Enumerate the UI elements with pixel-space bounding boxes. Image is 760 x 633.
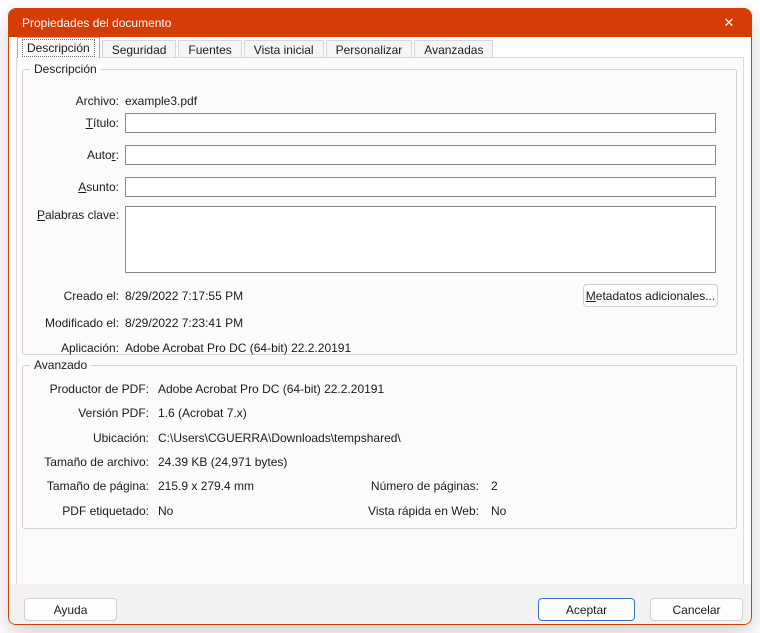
asunto-label: Asunto: xyxy=(23,180,119,195)
asunto-input[interactable] xyxy=(125,177,716,197)
row-label-2: Vista rápida en Web: xyxy=(303,504,479,519)
window-title: Propiedades del documento xyxy=(9,16,171,30)
palabras-clave-label: Palabras clave: xyxy=(23,208,119,223)
tab-descripcion[interactable]: Descripción xyxy=(17,37,100,58)
creado-label: Creado el: xyxy=(23,289,119,304)
description-group-title: Descripción xyxy=(30,62,101,77)
dialog-body: Descripción Seguridad Fuentes Vista inic… xyxy=(9,37,751,624)
close-icon: ✕ xyxy=(724,15,735,31)
advanced-row-tamano-archivo: Tamaño de archivo: 24.39 KB (24,971 byte… xyxy=(23,455,736,470)
tab-label: Fuentes xyxy=(188,43,231,57)
tab-label: Avanzadas xyxy=(424,43,483,57)
autor-label: Autor: xyxy=(23,148,119,163)
tab-label: Descripción xyxy=(27,41,90,55)
tab-bar: Descripción Seguridad Fuentes Vista inic… xyxy=(17,37,495,58)
advanced-group-title: Avanzado xyxy=(30,358,91,373)
row-value-2: 2 xyxy=(491,479,498,494)
tab-focus-ring: Descripción xyxy=(22,39,95,57)
advanced-row-version: Versión PDF: 1.6 (Acrobat 7.x) xyxy=(23,406,736,421)
palabras-clave-input[interactable] xyxy=(125,206,716,273)
tab-avanzadas[interactable]: Avanzadas xyxy=(414,40,493,57)
advanced-group: Avanzado Productor de PDF: Adobe Acrobat… xyxy=(22,365,737,529)
document-properties-dialog: Propiedades del documento ✕ Descripción … xyxy=(8,8,752,625)
modificado-value: 8/29/2022 7:23:41 PM xyxy=(125,316,243,331)
creado-value: 8/29/2022 7:17:55 PM xyxy=(125,289,243,304)
modificado-label: Modificado el: xyxy=(23,316,119,331)
tab-vista-inicial[interactable]: Vista inicial xyxy=(244,40,324,57)
tab-label: Personalizar xyxy=(336,43,403,57)
titulo-input[interactable] xyxy=(125,113,716,133)
row-label: Productor de PDF: xyxy=(23,382,149,397)
row-value: 215.9 x 279.4 mm xyxy=(158,479,254,494)
row-label: PDF etiquetado: xyxy=(23,504,149,519)
row-value-2: No xyxy=(491,504,506,519)
row-value: 24.39 KB (24,971 bytes) xyxy=(158,455,287,470)
row-value: C:\Users\CGUERRA\Downloads\tempshared\ xyxy=(158,431,401,446)
advanced-row-tamano-pagina: Tamaño de página: 215.9 x 279.4 mm Númer… xyxy=(23,479,736,494)
titlebar: Propiedades del documento ✕ xyxy=(9,9,751,37)
row-value: No xyxy=(158,504,173,519)
metadatos-adicionales-button[interactable]: Metadatos adicionales... xyxy=(583,284,718,307)
description-group: Descripción Archivo: example3.pdf Título… xyxy=(22,69,737,355)
ayuda-button[interactable]: Ayuda xyxy=(24,598,117,621)
tab-personalizar[interactable]: Personalizar xyxy=(326,40,413,57)
advanced-row-pdf-etiquetado: PDF etiquetado: No Vista rápida en Web: … xyxy=(23,504,736,519)
autor-input[interactable] xyxy=(125,145,716,165)
archivo-value: example3.pdf xyxy=(125,94,197,109)
row-label: Ubicación: xyxy=(23,431,149,446)
row-label: Versión PDF: xyxy=(23,406,149,421)
tab-seguridad[interactable]: Seguridad xyxy=(102,40,177,57)
desktop: { "window": { "title": "Propiedades del … xyxy=(0,0,760,633)
tab-label: Seguridad xyxy=(112,43,167,57)
cancelar-button[interactable]: Cancelar xyxy=(650,598,743,621)
dialog-footer: Ayuda Aceptar Cancelar xyxy=(9,584,751,624)
row-label: Tamaño de página: xyxy=(23,479,149,494)
titulo-label: Título: xyxy=(23,116,119,131)
row-value: Adobe Acrobat Pro DC (64-bit) 22.2.20191 xyxy=(158,382,384,397)
row-value: 1.6 (Acrobat 7.x) xyxy=(158,406,247,421)
row-label: Tamaño de archivo: xyxy=(23,455,149,470)
advanced-row-productor: Productor de PDF: Adobe Acrobat Pro DC (… xyxy=(23,382,736,397)
aplicacion-value: Adobe Acrobat Pro DC (64-bit) 22.2.20191 xyxy=(125,341,351,356)
tab-page-descripcion: Descripción Archivo: example3.pdf Título… xyxy=(16,57,744,586)
archivo-label: Archivo: xyxy=(23,94,119,109)
close-button[interactable]: ✕ xyxy=(707,9,751,37)
aplicacion-label: Aplicación: xyxy=(23,341,119,356)
tab-label: Vista inicial xyxy=(254,43,314,57)
row-label-2: Número de páginas: xyxy=(303,479,479,494)
aceptar-button[interactable]: Aceptar xyxy=(538,598,635,621)
advanced-row-ubicacion: Ubicación: C:\Users\CGUERRA\Downloads\te… xyxy=(23,431,736,446)
tab-fuentes[interactable]: Fuentes xyxy=(178,40,241,57)
